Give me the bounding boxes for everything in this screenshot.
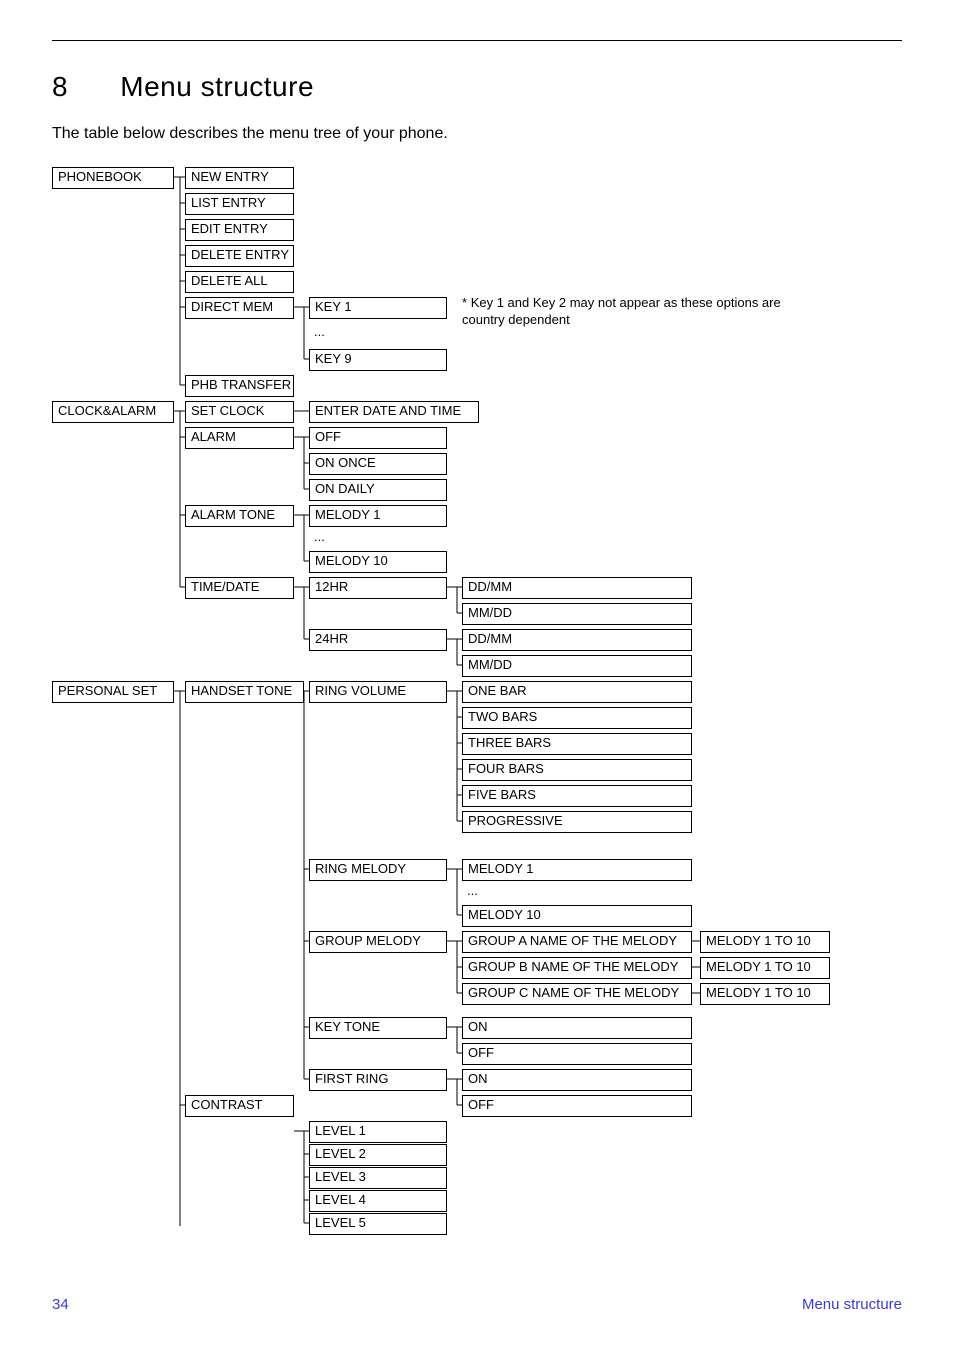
item-ddmm-24: DD/MM	[462, 629, 692, 651]
item-level5: LEVEL 5	[309, 1213, 447, 1235]
item-kt-on: ON	[462, 1017, 692, 1039]
item-range-b: MELODY 1 TO 10	[700, 957, 830, 979]
item-first-ring: FIRST RING	[309, 1069, 447, 1091]
asterisk-icon: *	[462, 295, 467, 310]
item-two-bars: TWO BARS	[462, 707, 692, 729]
item-rm-melody10: MELODY 10	[462, 905, 692, 927]
item-phb-transfer: PHB TRANSFER	[185, 375, 294, 397]
item-key9: KEY 9	[309, 349, 447, 371]
item-level2: LEVEL 2	[309, 1144, 447, 1166]
item-fr-off: OFF	[462, 1095, 692, 1117]
item-level4: LEVEL 4	[309, 1190, 447, 1212]
item-ring-volume: RING VOLUME	[309, 681, 447, 703]
item-three-bars: THREE BARS	[462, 733, 692, 755]
menu-phonebook: PHONEBOOK	[52, 167, 174, 189]
section-heading: 8 Menu structure	[52, 71, 902, 103]
item-contrast: CONTRAST	[185, 1095, 294, 1117]
item-ddmm-12: DD/MM	[462, 577, 692, 599]
item-melody1: MELODY 1	[309, 505, 447, 527]
item-group-c: GROUP C NAME OF THE MELODY	[462, 983, 692, 1005]
item-key1: KEY 1	[309, 297, 447, 319]
item-enter-datetime: ENTER DATE AND TIME	[309, 401, 479, 423]
item-level3: LEVEL 3	[309, 1167, 447, 1189]
item-time-date: TIME/DATE	[185, 577, 294, 599]
item-ring-melody: RING MELODY	[309, 859, 447, 881]
item-new-entry: NEW ENTRY	[185, 167, 294, 189]
item-group-melody: GROUP MELODY	[309, 931, 447, 953]
section-title: Menu structure	[120, 71, 314, 102]
item-melody10: MELODY 10	[309, 551, 447, 573]
ellipsis: ...	[309, 323, 330, 342]
item-fr-on: ON	[462, 1069, 692, 1091]
item-mmdd-24: MM/DD	[462, 655, 692, 677]
item-delete-all: DELETE ALL	[185, 271, 294, 293]
item-on-once: ON ONCE	[309, 453, 447, 475]
section-number: 8	[52, 71, 112, 103]
item-off: OFF	[309, 427, 447, 449]
item-12hr: 12HR	[309, 577, 447, 599]
item-alarm: ALARM	[185, 427, 294, 449]
item-direct-mem: DIRECT MEM	[185, 297, 294, 319]
item-list-entry: LIST ENTRY	[185, 193, 294, 215]
item-alarm-tone: ALARM TONE	[185, 505, 294, 527]
page-title-footer: Menu structure	[802, 1296, 902, 1313]
item-range-a: MELODY 1 TO 10	[700, 931, 830, 953]
note-text: Key 1 and Key 2 may not appear as these …	[462, 295, 781, 328]
item-one-bar: ONE BAR	[462, 681, 692, 703]
item-rm-melody1: MELODY 1	[462, 859, 692, 881]
item-24hr: 24HR	[309, 629, 447, 651]
footnote: * Key 1 and Key 2 may not appear as thes…	[462, 294, 802, 329]
item-delete-entry: DELETE ENTRY	[185, 245, 294, 267]
item-range-c: MELODY 1 TO 10	[700, 983, 830, 1005]
item-four-bars: FOUR BARS	[462, 759, 692, 781]
item-handset-tone: HANDSET TONE	[185, 681, 304, 703]
item-kt-off: OFF	[462, 1043, 692, 1065]
ellipsis: ...	[462, 882, 483, 901]
item-key-tone: KEY TONE	[309, 1017, 447, 1039]
item-edit-entry: EDIT ENTRY	[185, 219, 294, 241]
item-on-daily: ON DAILY	[309, 479, 447, 501]
item-five-bars: FIVE BARS	[462, 785, 692, 807]
item-set-clock: SET CLOCK	[185, 401, 294, 423]
menu-personalset: PERSONAL SET	[52, 681, 174, 703]
menu-clockalarm: CLOCK&ALARM	[52, 401, 174, 423]
page-number: 34	[52, 1296, 69, 1313]
item-level1: LEVEL 1	[309, 1121, 447, 1143]
item-mmdd-12: MM/DD	[462, 603, 692, 625]
intro-text: The table below describes the menu tree …	[52, 125, 902, 143]
ellipsis: ...	[309, 528, 330, 547]
item-group-b: GROUP B NAME OF THE MELODY	[462, 957, 692, 979]
item-group-a: GROUP A NAME OF THE MELODY	[462, 931, 692, 953]
item-progressive: PROGRESSIVE	[462, 811, 692, 833]
